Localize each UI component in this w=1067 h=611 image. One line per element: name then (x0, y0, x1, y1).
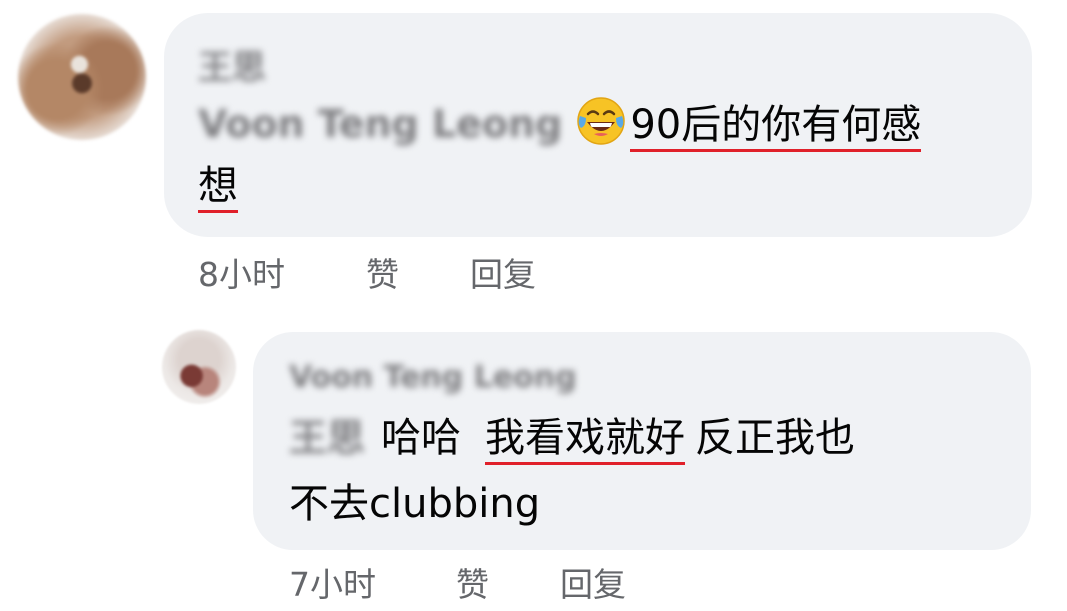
reply-text-underlined: 我看戏就好 (485, 415, 686, 465)
reply-like-button[interactable]: 赞 (456, 558, 489, 606)
reply-text-line2: 不去clubbing (289, 481, 541, 527)
comment-text-line1: Voon Teng Leong 90后的你有何感 (198, 96, 922, 153)
reply-text-line1: 王思 哈哈 我看戏就好 反正我也 (289, 410, 855, 466)
reply-text-c: 反正我也 (695, 415, 856, 461)
commenter-avatar[interactable] (18, 14, 146, 140)
reply-reply-button[interactable]: 回复 (560, 558, 626, 606)
tears-of-joy-emoji-icon (577, 97, 626, 145)
comment-author-name[interactable]: 王思 (198, 40, 266, 89)
reply-mention-tag[interactable]: 王思 (289, 410, 365, 466)
comment-like-button[interactable]: 赞 (366, 248, 399, 296)
comment-text-line2: 想 (198, 158, 238, 214)
comment-text-underlined-2: 想 (198, 163, 238, 213)
comment-text-underlined: 90后的你有何感 (630, 102, 922, 152)
comment-timestamp[interactable]: 8小时 (198, 248, 285, 296)
comment-reply-button[interactable]: 回复 (470, 248, 536, 296)
reply-avatar[interactable] (162, 330, 236, 404)
mention-tag[interactable]: Voon Teng Leong (198, 96, 562, 152)
reply-author-name[interactable]: Voon Teng Leong (289, 360, 577, 395)
reply-timestamp[interactable]: 7小时 (289, 558, 376, 606)
reply-text-a: 哈哈 (381, 415, 462, 461)
